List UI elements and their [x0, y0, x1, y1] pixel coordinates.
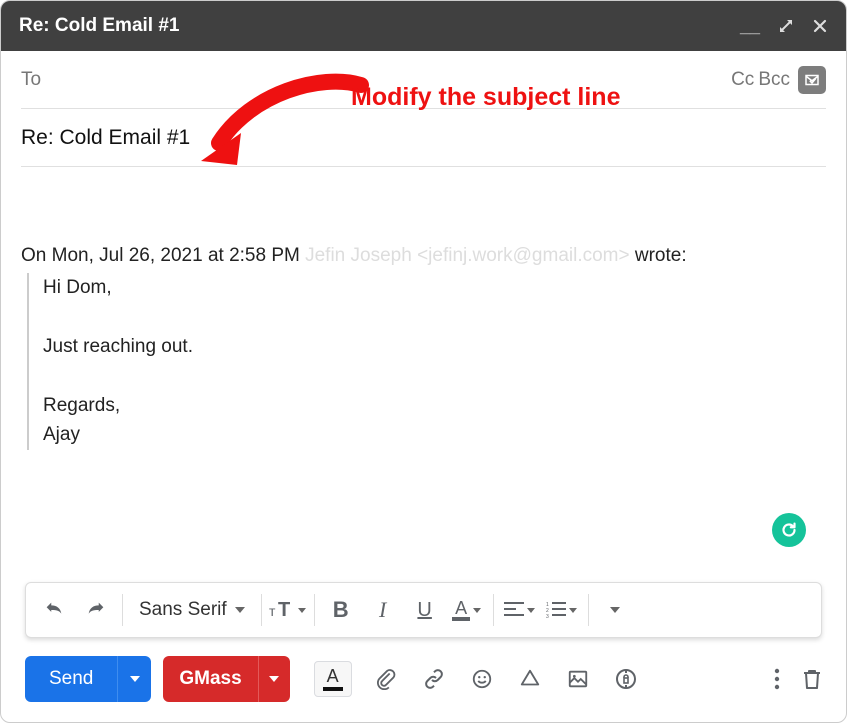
align-picker[interactable]: [500, 590, 540, 630]
chevron-down-icon: [569, 608, 577, 613]
font-size-picker[interactable]: тT: [268, 590, 308, 630]
list-picker[interactable]: 123: [542, 590, 582, 630]
emoji-icon[interactable]: [468, 665, 496, 693]
underline-button[interactable]: U: [405, 590, 445, 630]
gmass-button[interactable]: GMass: [163, 656, 257, 702]
confidential-icon[interactable]: [612, 665, 640, 693]
right-actions: [774, 668, 822, 690]
trash-icon[interactable]: [802, 668, 822, 690]
chevron-down-icon: [235, 607, 245, 613]
quote-intro: On Mon, Jul 26, 2021 at 2:58 PM Jefin Jo…: [21, 245, 826, 267]
close-icon[interactable]: [812, 18, 828, 34]
gmass-recipient-icon[interactable]: [798, 66, 826, 94]
svg-text:т: т: [269, 603, 276, 619]
grammarly-icon[interactable]: [772, 513, 806, 547]
recipients-row[interactable]: To Cc Bcc: [21, 51, 826, 109]
chevron-down-icon: [130, 676, 140, 682]
quote-suffix: wrote:: [630, 245, 687, 266]
quote-sender: Jefin Joseph <jefinj.work@gmail.com>: [305, 245, 629, 266]
more-formatting-button[interactable]: [595, 590, 635, 630]
expand-icon[interactable]: [778, 18, 794, 34]
font-family-label: Sans Serif: [139, 599, 227, 621]
cc-button[interactable]: Cc: [731, 69, 754, 91]
redo-icon[interactable]: [76, 590, 116, 630]
header-fields: To Cc Bcc: [1, 51, 846, 167]
bcc-button[interactable]: Bcc: [758, 69, 790, 91]
chevron-down-icon: [527, 608, 535, 613]
compose-window: Re: Cold Email #1 __ To Cc Bcc: [0, 0, 847, 723]
chevron-down-icon: [473, 608, 481, 613]
insert-icons: A: [314, 661, 764, 697]
quoted-block: Hi Dom, Just reaching out. Regards, Ajay: [27, 273, 826, 450]
quoted-line: Ajay: [43, 420, 826, 449]
attach-icon[interactable]: [372, 665, 400, 693]
quoted-line: Just reaching out.: [43, 332, 826, 361]
quote-date-prefix: On Mon, Jul 26, 2021 at 2:58 PM: [21, 245, 305, 266]
image-icon[interactable]: [564, 665, 592, 693]
quoted-line: Hi Dom,: [43, 273, 826, 302]
titlebar: Re: Cold Email #1 __: [1, 1, 846, 51]
more-options-icon[interactable]: [774, 668, 780, 690]
italic-button[interactable]: I: [363, 590, 403, 630]
drive-icon[interactable]: [516, 665, 544, 693]
undo-icon[interactable]: [34, 590, 74, 630]
formatting-toolbar: Sans Serif тT B I U A 123: [25, 582, 822, 638]
minimize-icon[interactable]: __: [740, 17, 760, 35]
send-options-button[interactable]: [117, 656, 151, 702]
send-button[interactable]: Send: [25, 656, 117, 702]
chevron-down-icon: [298, 608, 306, 613]
text-color-picker[interactable]: A: [447, 590, 487, 630]
window-title: Re: Cold Email #1: [19, 15, 740, 37]
chevron-down-icon: [610, 607, 620, 613]
svg-text:T: T: [278, 600, 290, 620]
action-bar: Send GMass A: [1, 638, 846, 722]
svg-text:3: 3: [546, 614, 549, 618]
subject-input[interactable]: [21, 126, 826, 150]
chevron-down-icon: [269, 676, 279, 682]
subject-row: [21, 109, 826, 167]
to-label: To: [21, 69, 41, 91]
quoted-line: Regards,: [43, 391, 826, 420]
send-button-group: Send: [25, 656, 151, 702]
gmass-options-button[interactable]: [258, 656, 290, 702]
gmass-button-group: GMass: [163, 656, 289, 702]
compose-body[interactable]: On Mon, Jul 26, 2021 at 2:58 PM Jefin Jo…: [1, 167, 846, 582]
window-controls: __: [740, 17, 828, 35]
bold-button[interactable]: B: [321, 590, 361, 630]
font-family-picker[interactable]: Sans Serif: [129, 599, 255, 621]
format-toggle-button[interactable]: A: [314, 661, 352, 697]
link-icon[interactable]: [420, 665, 448, 693]
